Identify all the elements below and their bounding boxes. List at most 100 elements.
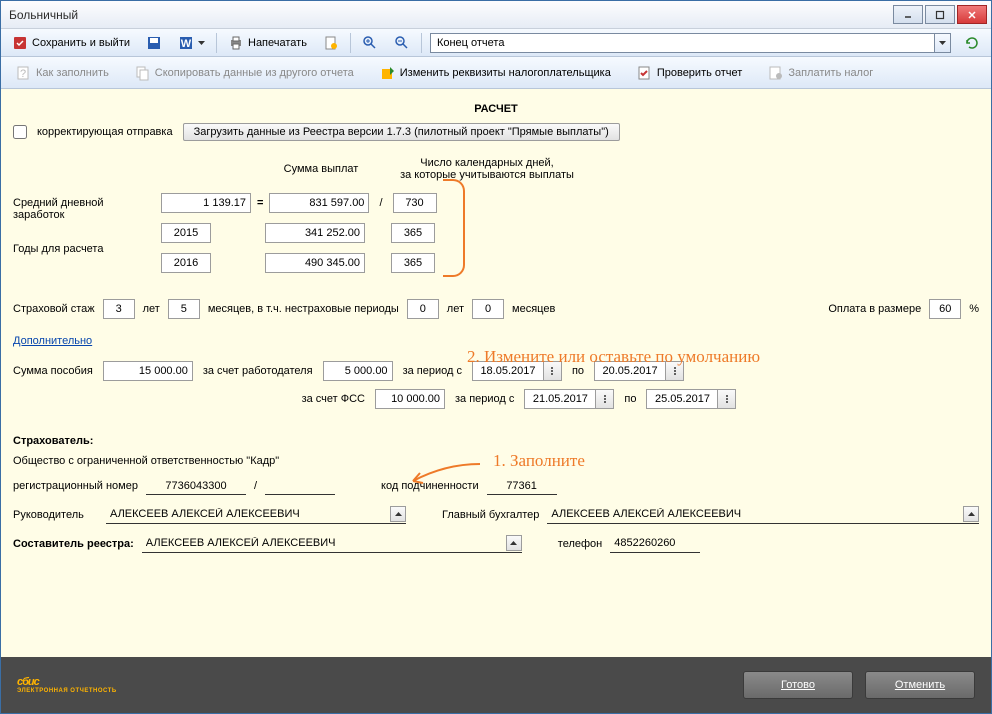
employer-amount-input[interactable] bbox=[323, 361, 393, 381]
reg-num-label: регистрационный номер bbox=[13, 480, 138, 492]
close-button[interactable] bbox=[957, 5, 987, 24]
ns-months-input[interactable] bbox=[472, 299, 504, 319]
head-label: Руководитель bbox=[13, 509, 98, 521]
copy-data-button[interactable]: Скопировать данные из другого отчета bbox=[126, 61, 363, 85]
refresh-button[interactable] bbox=[957, 32, 987, 54]
save-exit-button[interactable]: Сохранить и выйти bbox=[5, 32, 137, 54]
period-from-label2: за период с bbox=[455, 393, 514, 405]
help-icon: ? bbox=[16, 65, 32, 81]
reg-num-input[interactable] bbox=[146, 477, 246, 495]
save-button[interactable] bbox=[139, 32, 169, 54]
period-from-label: за период с bbox=[403, 365, 462, 377]
refresh-icon bbox=[964, 35, 980, 51]
zoom-in-button[interactable] bbox=[355, 32, 385, 54]
form-content: РАСЧЕТ корректирующая отправка Загрузить… bbox=[1, 89, 991, 657]
fss-date-to bbox=[646, 389, 736, 409]
fss-date-to-picker[interactable] bbox=[718, 389, 736, 409]
fss-date-from-input[interactable] bbox=[524, 389, 596, 409]
reg-maker-input[interactable] bbox=[142, 534, 506, 552]
reg-num-ext-input[interactable] bbox=[265, 477, 335, 495]
employer-label: за счет работодателя bbox=[203, 365, 313, 377]
avg-earnings-label: Средний дневной заработок bbox=[13, 197, 143, 221]
earnings-inputs: Сумма выплат Число календарных дней, за … bbox=[161, 157, 577, 277]
earnings-header-row: Сумма выплат Число календарных дней, за … bbox=[161, 157, 577, 181]
head-input[interactable] bbox=[106, 505, 390, 523]
printer-icon bbox=[228, 35, 244, 51]
app-window: Больничный Сохранить и выйти W Напечатат… bbox=[0, 0, 992, 714]
fss-date-from-picker[interactable] bbox=[596, 389, 614, 409]
toolbar-secondary: ? Как заполнить Скопировать данные из др… bbox=[1, 57, 991, 89]
ready-button[interactable]: Готово bbox=[743, 671, 853, 699]
toolbar-extra1[interactable] bbox=[316, 32, 346, 54]
insurer-heads-row: Руководитель Главный бухгалтер bbox=[13, 505, 979, 524]
pay-rate-input[interactable] bbox=[929, 299, 961, 319]
nav-combo-input[interactable] bbox=[430, 33, 935, 53]
additional-link[interactable]: Дополнительно bbox=[13, 335, 92, 347]
word-export-button[interactable]: W bbox=[171, 32, 212, 54]
separator bbox=[421, 33, 422, 53]
stazh-label: Страховой стаж bbox=[13, 303, 95, 315]
phone-label: телефон bbox=[558, 538, 602, 550]
years-unit: лет bbox=[143, 303, 160, 315]
logo-subtitle: ЭЛЕКТРОННАЯ ОТЧЕТНОСТЬ bbox=[17, 688, 117, 694]
days2-input[interactable] bbox=[391, 253, 435, 273]
sub-code-input[interactable] bbox=[487, 477, 557, 495]
annotation-arrow bbox=[405, 459, 485, 489]
save-exit-icon bbox=[12, 35, 28, 51]
annotation-2: 2. Измените или оставьте по умолчанию bbox=[467, 347, 760, 367]
footer: сбис ЭЛЕКТРОННАЯ ОТЧЕТНОСТЬ Готово Отмен… bbox=[1, 657, 991, 713]
fss-amount-input[interactable] bbox=[375, 389, 445, 409]
zoom-out-button[interactable] bbox=[387, 32, 417, 54]
zoom-in-icon bbox=[362, 35, 378, 51]
fss-date-to-input[interactable] bbox=[646, 389, 718, 409]
year1-input[interactable] bbox=[161, 223, 211, 243]
bracket-annotation bbox=[443, 179, 465, 277]
stazh-months-input[interactable] bbox=[168, 299, 200, 319]
acc-input[interactable] bbox=[547, 505, 963, 523]
nav-combo-dropdown[interactable] bbox=[935, 33, 951, 53]
check-icon bbox=[637, 65, 653, 81]
acc-dropdown[interactable] bbox=[963, 506, 979, 522]
days1-input[interactable] bbox=[391, 223, 435, 243]
sbis-logo: сбис ЭЛЕКТРОННАЯ ОТЧЕТНОСТЬ bbox=[17, 676, 117, 694]
copy-icon bbox=[135, 65, 151, 81]
year2-input[interactable] bbox=[161, 253, 211, 273]
days-total-input[interactable] bbox=[393, 193, 437, 213]
benefit-sum-input[interactable] bbox=[103, 361, 193, 381]
sum-header: Сумма выплат bbox=[261, 163, 381, 175]
disk-icon bbox=[146, 35, 162, 51]
pay-tax-button[interactable]: Заплатить налог bbox=[759, 61, 882, 85]
sum2-input[interactable] bbox=[265, 253, 365, 273]
how-fill-button[interactable]: ? Как заполнить bbox=[7, 61, 118, 85]
chevron-down-icon bbox=[198, 41, 205, 45]
check-report-button[interactable]: Проверить отчет bbox=[628, 61, 752, 85]
maximize-button[interactable] bbox=[925, 5, 955, 24]
reg-maker-dropdown[interactable] bbox=[506, 535, 522, 551]
reg-maker-label: Составитель реестра: bbox=[13, 538, 134, 550]
minimize-button[interactable] bbox=[893, 5, 923, 24]
word-icon: W bbox=[178, 35, 194, 51]
corrective-checkbox[interactable] bbox=[13, 125, 27, 139]
avg-value-input[interactable] bbox=[161, 193, 251, 213]
sum-total-input[interactable] bbox=[269, 193, 369, 213]
change-req-label: Изменить реквизиты налогоплательщика bbox=[400, 67, 611, 79]
print-button[interactable]: Напечатать bbox=[221, 32, 314, 54]
document-icon bbox=[323, 35, 339, 51]
window-buttons bbox=[893, 5, 987, 24]
change-req-button[interactable]: Изменить реквизиты налогоплательщика bbox=[371, 61, 620, 85]
ns-years-input[interactable] bbox=[407, 299, 439, 319]
separator bbox=[216, 33, 217, 53]
load-registry-button[interactable]: Загрузить данные из Реестра версии 1.7.3… bbox=[183, 123, 620, 141]
how-fill-label: Как заполнить bbox=[36, 67, 109, 79]
phone-input[interactable] bbox=[610, 535, 700, 553]
svg-text:?: ? bbox=[20, 68, 26, 80]
equals-sign: = bbox=[257, 197, 263, 209]
head-dropdown[interactable] bbox=[390, 506, 406, 522]
slash-sign: / bbox=[375, 197, 386, 209]
cancel-button[interactable]: Отменить bbox=[865, 671, 975, 699]
sum1-input[interactable] bbox=[265, 223, 365, 243]
annotation-1: 1. Заполните bbox=[493, 451, 585, 471]
head-select bbox=[106, 505, 406, 524]
benefit-sum-label: Сумма пособия bbox=[13, 365, 93, 377]
stazh-years-input[interactable] bbox=[103, 299, 135, 319]
